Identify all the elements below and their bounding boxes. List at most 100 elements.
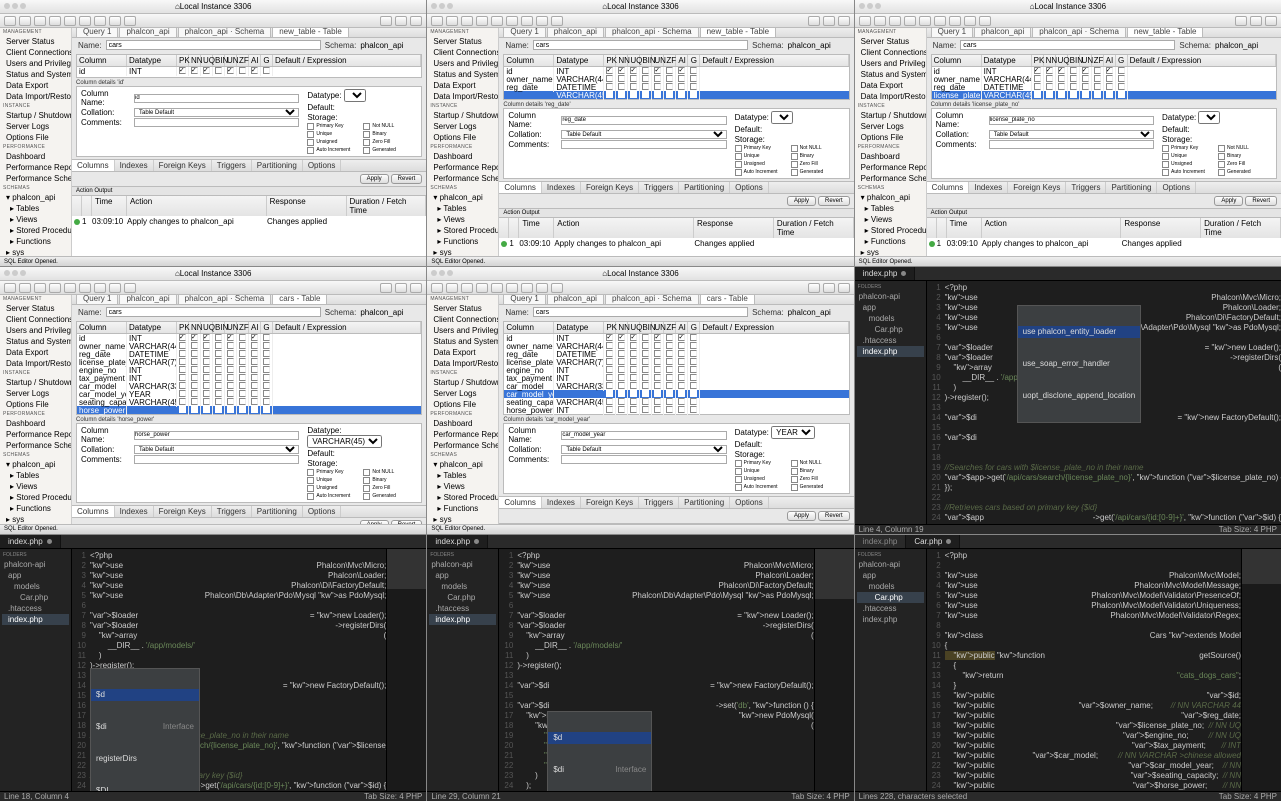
toolbar-button[interactable] (446, 283, 458, 293)
query-tab[interactable]: phalcon_api (547, 295, 604, 304)
sidebar-item[interactable]: Status and System Variables (427, 69, 498, 80)
sidebar-item[interactable]: Performance Schema Setup (855, 173, 926, 184)
checkbox[interactable] (606, 398, 613, 405)
checkbox[interactable] (618, 350, 625, 357)
checkbox[interactable] (630, 342, 637, 349)
query-tab[interactable]: phalcon_api (119, 295, 176, 304)
checkbox[interactable] (630, 390, 637, 397)
checkbox[interactable] (630, 350, 637, 357)
checkbox[interactable] (1162, 153, 1169, 160)
checkbox[interactable] (666, 91, 673, 98)
sidebar-item[interactable]: Client Connections (0, 314, 71, 325)
checkbox[interactable] (1218, 169, 1225, 176)
table-name-input[interactable] (533, 307, 748, 317)
toolbar-button[interactable] (4, 283, 16, 293)
checkbox[interactable] (690, 75, 697, 82)
checkbox[interactable] (363, 493, 370, 500)
sidebar-item[interactable]: Data Import/Restore (427, 91, 498, 102)
toolbar-button[interactable] (49, 16, 61, 26)
datatype-select[interactable]: VARCHAR(45) (307, 435, 382, 448)
sidebar-item[interactable]: Dashboard (0, 151, 71, 162)
checkbox[interactable] (678, 390, 685, 397)
sidebar-item[interactable]: Data Import/Restore (0, 91, 71, 102)
sidebar-item[interactable]: Performance Schema Setup (427, 440, 498, 451)
checkbox[interactable] (1034, 91, 1041, 98)
checkbox[interactable] (642, 358, 649, 365)
table-name-input[interactable] (533, 40, 748, 50)
checkbox[interactable] (606, 406, 613, 413)
checkbox[interactable] (642, 67, 649, 74)
checkbox[interactable] (630, 366, 637, 373)
checkbox[interactable] (678, 406, 685, 413)
datatype-select[interactable]: YEAR (771, 426, 815, 439)
table-name-input[interactable] (960, 40, 1175, 50)
checkbox[interactable] (1218, 161, 1225, 168)
checkbox[interactable] (642, 342, 649, 349)
schema-child[interactable]: ▸ Functions (427, 503, 498, 514)
checkbox[interactable] (654, 358, 661, 365)
checkbox[interactable] (239, 350, 246, 357)
checkbox[interactable] (606, 350, 613, 357)
schema-node[interactable]: ▾ phalcon_api (855, 192, 926, 203)
checkbox[interactable] (642, 334, 649, 341)
checkbox[interactable] (654, 390, 661, 397)
query-tab[interactable]: phalcon_api (974, 28, 1031, 37)
checkbox[interactable] (191, 406, 198, 413)
table-tab[interactable]: cars - Table (272, 295, 327, 304)
apply-button[interactable]: Apply (360, 174, 389, 184)
sidebar-item[interactable]: Data Export (427, 347, 498, 358)
collation-select[interactable]: Table Default (989, 130, 1154, 139)
toolbar-button[interactable] (964, 16, 976, 26)
checkbox[interactable] (735, 476, 742, 483)
section-tab[interactable]: Partitioning (252, 506, 303, 517)
checkbox[interactable] (227, 366, 234, 373)
checkbox[interactable] (1046, 75, 1053, 82)
toolbar-button[interactable] (476, 283, 488, 293)
checkbox[interactable] (215, 390, 222, 397)
schema-child[interactable]: ▸ Views (427, 214, 498, 225)
checkbox[interactable] (618, 398, 625, 405)
checkbox[interactable] (239, 342, 246, 349)
table-tab[interactable]: new_table - Table (1127, 28, 1204, 37)
checkbox[interactable] (791, 476, 798, 483)
section-tab[interactable]: Partitioning (679, 182, 730, 193)
checkbox[interactable] (1034, 83, 1041, 90)
toolbar-button[interactable] (536, 16, 548, 26)
section-tab[interactable]: Options (303, 506, 342, 517)
checkbox[interactable] (1162, 145, 1169, 152)
checkbox[interactable] (654, 398, 661, 405)
checkbox[interactable] (678, 374, 685, 381)
checkbox[interactable] (606, 382, 613, 389)
checkbox[interactable] (1162, 161, 1169, 168)
section-tab[interactable]: Columns (499, 497, 542, 508)
toolbar-button[interactable] (4, 16, 16, 26)
checkbox[interactable] (1082, 67, 1089, 74)
schema-child[interactable]: ▸ Tables (427, 470, 498, 481)
file-tree[interactable]: FOLDERS phalcon-apiapp modelsCar.php .ht… (855, 549, 927, 791)
checkbox[interactable] (1046, 83, 1053, 90)
sidebar-item[interactable]: Users and Privileges (0, 325, 71, 336)
collation-select[interactable]: Table Default (134, 108, 299, 117)
section-tab[interactable]: Indexes (115, 506, 154, 517)
column-row[interactable]: license_plate_noVARCHAR(45) (932, 91, 1276, 99)
revert-button[interactable]: Revert (818, 196, 850, 206)
checkbox[interactable] (630, 374, 637, 381)
checkbox[interactable] (618, 366, 625, 373)
column-row[interactable]: VARCHAR(45) (504, 91, 848, 99)
sidebar-item[interactable]: Startup / Shutdown (0, 377, 71, 388)
checkbox[interactable] (1106, 67, 1113, 74)
checkbox[interactable] (191, 350, 198, 357)
schema-child[interactable]: ▸ Functions (0, 236, 71, 247)
checkbox[interactable] (618, 334, 625, 341)
query-tab[interactable]: phalcon_api · Schema (605, 295, 699, 304)
sidebar-item[interactable]: Data Import/Restore (427, 358, 498, 369)
sidebar-item[interactable]: Options File (427, 132, 498, 143)
checkbox[interactable] (1106, 83, 1113, 90)
checkbox[interactable] (618, 358, 625, 365)
schema-child[interactable]: ▸ Functions (0, 503, 71, 514)
checkbox[interactable] (630, 358, 637, 365)
checkbox[interactable] (690, 366, 697, 373)
sidebar-item[interactable]: Users and Privileges (855, 58, 926, 69)
section-tab[interactable]: Partitioning (679, 497, 730, 508)
checkbox[interactable] (263, 350, 270, 357)
